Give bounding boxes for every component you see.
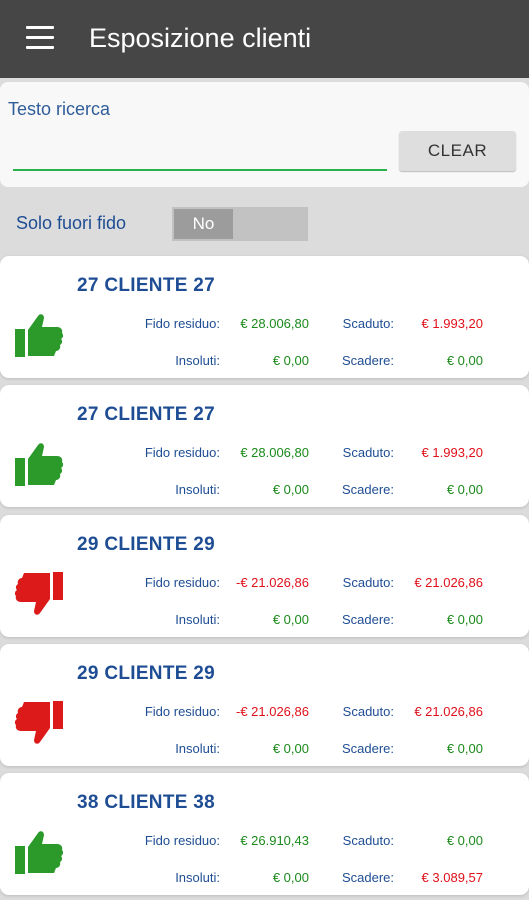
fido-residuo-value: € 28.006,80 [240, 316, 309, 331]
search-label: Testo ricerca [8, 99, 111, 119]
insoluti-label: Insoluti: [175, 612, 220, 627]
scaduto-value: € 0,00 [446, 833, 483, 848]
insoluti-label: Insoluti: [175, 482, 220, 497]
fido-residuo-value: -€ 21.026,86 [235, 704, 309, 719]
toggle-thumb: No [174, 209, 233, 239]
thumbs-up-icon [13, 438, 65, 490]
fido-residuo-value: € 26.910,43 [240, 833, 309, 848]
thumbs-down-icon [13, 568, 65, 620]
search-input[interactable] [13, 140, 387, 171]
page-title: Esposizione clienti [89, 23, 312, 53]
scadere-label: Scadere: [341, 612, 394, 627]
app-bar: Esposizione clienti [0, 0, 529, 78]
customer-card[interactable]: 29 CLIENTE 29 Fido residuo: -€ 21.026,86 Sc… [0, 644, 529, 766]
scadere-value: € 0,00 [446, 612, 483, 627]
clear-button[interactable]: CLEAR [399, 131, 516, 171]
customer-card[interactable]: 29 CLIENTE 29 Fido residuo: -€ 21.026,86 Sc… [0, 515, 529, 637]
scadere-label: Scadere: [341, 741, 394, 756]
customer-card[interactable]: 38 CLIENTE 38 Fido residuo: € 26.910,43 Sca… [0, 773, 529, 895]
fido-residuo-label: Fido residuo: [144, 445, 220, 460]
solo-fuori-fido-toggle[interactable]: No [172, 207, 308, 241]
fido-residuo-label: Fido residuo: [144, 833, 220, 848]
scaduto-value: € 21.026,86 [414, 704, 483, 719]
scadere-label: Scadere: [341, 870, 394, 885]
thumbs-up-icon [13, 309, 65, 361]
fido-residuo-label: Fido residuo: [144, 704, 220, 719]
customer-name: 27 CLIENTE 27 [77, 275, 216, 296]
scadere-value: € 0,00 [446, 482, 483, 497]
customer-card[interactable]: 27 CLIENTE 27 Fido residuo: € 28.006,80 Sca… [0, 385, 529, 507]
scaduto-value: € 1.993,20 [421, 316, 483, 331]
scaduto-value: € 21.026,86 [414, 575, 483, 590]
customer-card[interactable]: 27 CLIENTE 27 Fido residuo: € 28.006,80 Sca… [0, 256, 529, 378]
insoluti-value: € 0,00 [272, 741, 309, 756]
insoluti-value: € 0,00 [272, 353, 309, 368]
insoluti-label: Insoluti: [175, 870, 220, 885]
scadere-value: € 0,00 [446, 353, 483, 368]
scadere-label: Scadere: [341, 353, 394, 368]
insoluti-value: € 0,00 [272, 612, 309, 627]
customer-name: 27 CLIENTE 27 [77, 404, 216, 425]
scaduto-value: € 1.993,20 [421, 445, 483, 460]
scadere-value: € 3.089,57 [421, 870, 483, 885]
fido-residuo-label: Fido residuo: [144, 575, 220, 590]
insoluti-value: € 0,00 [272, 870, 309, 885]
fido-residuo-value: -€ 21.026,86 [235, 575, 309, 590]
hamburger-menu-icon[interactable] [26, 26, 56, 50]
customer-name: 29 CLIENTE 29 [77, 534, 216, 555]
fido-residuo-label: Fido residuo: [144, 316, 220, 331]
scaduto-label: Scaduto: [342, 704, 394, 719]
customer-name: 38 CLIENTE 38 [77, 792, 216, 813]
scadere-label: Scadere: [341, 482, 394, 497]
scaduto-label: Scaduto: [342, 445, 394, 460]
insoluti-value: € 0,00 [272, 482, 309, 497]
thumbs-down-icon [13, 697, 65, 749]
scadere-value: € 0,00 [446, 741, 483, 756]
customer-name: 29 CLIENTE 29 [77, 663, 216, 684]
scaduto-label: Scaduto: [342, 575, 394, 590]
filter-label: Solo fuori fido [16, 213, 127, 233]
insoluti-label: Insoluti: [175, 741, 220, 756]
insoluti-label: Insoluti: [175, 353, 220, 368]
thumbs-up-icon [13, 826, 65, 878]
scaduto-label: Scaduto: [342, 833, 394, 848]
scaduto-label: Scaduto: [342, 316, 394, 331]
fido-residuo-value: € 28.006,80 [240, 445, 309, 460]
